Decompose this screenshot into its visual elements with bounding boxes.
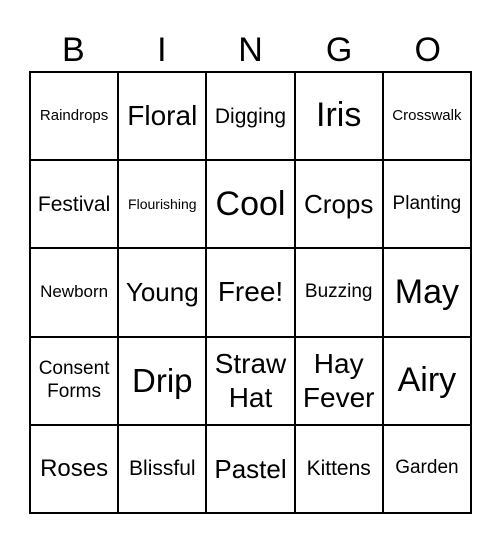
bingo-cell[interactable]: Planting xyxy=(382,160,471,249)
bingo-cell[interactable]: Roses xyxy=(30,424,119,513)
bingo-cell[interactable]: Airy xyxy=(382,336,471,425)
bingo-cell[interactable]: Consent Forms xyxy=(30,336,119,425)
bingo-cell[interactable]: Blissful xyxy=(118,424,207,513)
bingo-cell[interactable]: Drip xyxy=(118,336,207,425)
header-letter-g: G xyxy=(325,31,353,69)
header-letter-b: B xyxy=(61,31,85,69)
bingo-cell[interactable]: Newborn xyxy=(30,248,119,337)
bingo-cell[interactable]: Festival xyxy=(30,160,119,249)
bingo-cell[interactable]: Iris xyxy=(294,72,383,161)
bingo-cell[interactable]: Buzzing xyxy=(294,248,383,337)
header-letter-i: I xyxy=(157,31,167,69)
bingo-header: B I N G O xyxy=(29,28,472,72)
bingo-card: Raindrops Floral Digging Iris Crosswalk … xyxy=(29,71,472,514)
bingo-cell[interactable]: Raindrops xyxy=(30,72,119,161)
bingo-cell[interactable]: Digging xyxy=(206,72,295,161)
bingo-cell[interactable]: May xyxy=(382,248,471,337)
bingo-cell[interactable]: Cool xyxy=(206,160,295,249)
bingo-cell[interactable]: Garden xyxy=(382,424,471,513)
bingo-cell[interactable]: Crosswalk xyxy=(382,72,471,161)
bingo-cell[interactable]: Flourishing xyxy=(118,160,207,249)
bingo-cell[interactable]: Crops xyxy=(294,160,383,249)
bingo-cell[interactable]: Floral xyxy=(118,72,207,161)
bingo-cell[interactable]: Young xyxy=(118,248,207,337)
header-letter-n: N xyxy=(238,31,263,69)
bingo-cell-free[interactable]: Free! xyxy=(206,248,295,337)
bingo-cell[interactable]: Kittens xyxy=(294,424,383,513)
bingo-cell[interactable]: Hay Fever xyxy=(294,336,383,425)
bingo-cell[interactable]: Pastel xyxy=(206,424,295,513)
header-letter-o: O xyxy=(414,31,441,69)
bingo-cell[interactable]: Straw Hat xyxy=(206,336,295,425)
